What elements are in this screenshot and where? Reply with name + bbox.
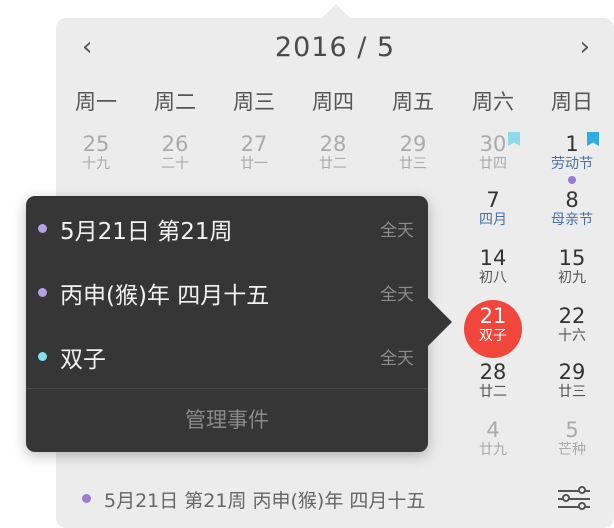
day-cell[interactable]: 8 母亲节 [537,188,607,244]
day-number: 4 [486,418,500,442]
day-lunar: 劳动节 [551,156,593,172]
day-cell[interactable]: 5 芒种 [537,418,607,474]
event-dot [82,494,91,503]
day-lunar: 母亲节 [551,212,593,228]
event-row[interactable]: 双子 全天 [26,338,428,378]
day-lunar: 廿三 [558,384,586,400]
day-number: 28 [479,360,507,384]
day-cell[interactable]: 7 四月 [458,188,528,244]
month-title: 2016 / 5 [274,32,396,63]
day-lunar: 初八 [479,270,507,286]
day-cell[interactable]: 4 廿九 [458,418,528,474]
day-number: 26 [161,132,189,156]
day-lunar: 廿九 [479,442,507,458]
manage-events-button[interactable]: 管理事件 [26,404,428,434]
event-allday-label: 全天 [380,285,414,305]
day-cell[interactable]: 26 二十 [140,132,210,188]
day-cell[interactable]: 1 劳动节 [537,132,607,188]
day-number: 7 [486,188,500,212]
day-lunar: 十六 [558,328,586,344]
event-allday-label: 全天 [380,221,414,241]
day-number: 14 [479,246,507,270]
day-number: 25 [82,132,110,156]
event-title: 双子 [60,347,106,373]
day-lunar: 廿二 [319,156,347,172]
day-cell[interactable]: 28 廿二 [298,132,368,188]
today-cell[interactable]: 21 双子 [458,300,528,360]
event-tooltip: 5月21日 第21周 全天 丙申(猴)年 四月十五 全天 双子 全天 管理事件 [26,196,452,452]
event-dot [568,176,576,184]
day-number: 15 [558,246,586,270]
day-lunar: 廿一 [240,156,268,172]
day-cell[interactable]: 30 廿四 [458,132,528,188]
tooltip-divider [26,388,428,389]
event-allday-label: 全天 [380,349,414,369]
day-number: 5 [565,418,579,442]
day-cell[interactable]: 14 初八 [458,246,528,302]
popover-arrow [322,4,350,18]
event-color-dot [38,288,47,297]
weekday-mon: 周一 [75,90,117,114]
day-lunar: 四月 [479,212,507,228]
day-lunar: 芒种 [558,442,586,458]
event-title: 5月21日 第21周 [60,219,233,245]
day-number: 27 [240,132,268,156]
day-cell[interactable]: 29 廿三 [537,360,607,416]
event-row[interactable]: 5月21日 第21周 全天 [26,210,428,250]
slider-knob [578,486,586,494]
day-lunar: 双子 [479,328,507,344]
weekday-tue: 周二 [154,90,196,114]
weekday-thu: 周四 [312,90,354,114]
weekday-fri: 周五 [392,90,434,114]
weekday-sun: 周日 [551,90,593,114]
day-lunar: 初九 [558,270,586,286]
slider-knob [578,502,586,510]
day-lunar: 二十 [161,156,189,172]
event-color-dot [38,224,47,233]
event-color-dot [38,352,47,361]
status-footer: 5月21日 第21周 丙申(猴)年 四月十五 [82,484,592,514]
weekday-sat: 周六 [472,90,514,114]
day-cell[interactable]: 22 十六 [537,304,607,360]
day-cell[interactable]: 27 廿一 [219,132,289,188]
event-row[interactable]: 丙申(猴)年 四月十五 全天 [26,274,428,314]
day-number: 28 [319,132,347,156]
slider-knob [562,494,570,502]
next-month-icon[interactable]: › [580,32,590,62]
day-lunar: 十九 [82,156,110,172]
weekday-wed: 周三 [233,90,275,114]
day-number: 21 [479,304,507,328]
day-lunar: 廿三 [399,156,427,172]
selected-date-summary: 5月21日 第21周 丙申(猴)年 四月十五 [104,490,426,512]
day-cell[interactable]: 15 初九 [537,246,607,302]
day-cell[interactable]: 28 廿二 [458,360,528,416]
day-number: 8 [565,188,579,212]
day-cell[interactable]: 29 廿三 [378,132,448,188]
calendar-header: ‹ 2016 / 5 › [56,30,614,70]
day-lunar: 廿四 [479,156,507,172]
day-number: 22 [558,304,586,328]
day-lunar: 廿二 [479,384,507,400]
sliders-icon[interactable] [556,484,592,514]
event-title: 丙申(猴)年 四月十五 [60,283,270,309]
day-number: 29 [399,132,427,156]
day-number: 29 [558,360,586,384]
day-cell[interactable]: 25 十九 [61,132,131,188]
tooltip-arrow [428,298,452,346]
